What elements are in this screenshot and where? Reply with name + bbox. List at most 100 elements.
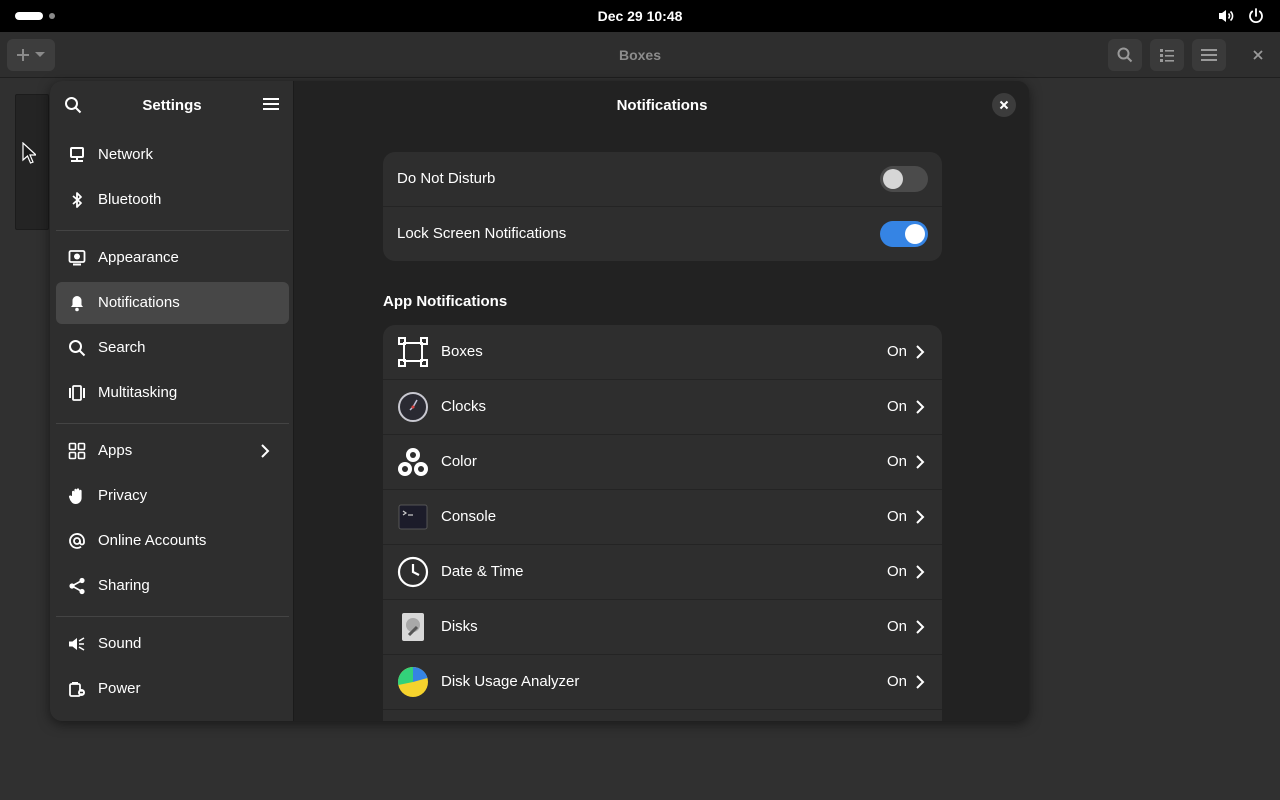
boxes-view-button[interactable] xyxy=(1150,39,1184,71)
network-icon xyxy=(70,147,84,162)
lock-screen-notifications-row[interactable]: Lock Screen Notifications xyxy=(383,207,942,261)
disk-usage-app-icon xyxy=(397,666,428,697)
boxes-app-icon xyxy=(398,337,428,367)
general-settings-card: Do Not Disturb Lock Screen Notifications xyxy=(383,152,942,261)
sidebar-item-privacy[interactable]: Privacy xyxy=(56,475,289,517)
lock-screen-notifications-switch[interactable] xyxy=(880,221,928,247)
boxes-window-title: Boxes xyxy=(618,47,662,63)
boxes-menu-button[interactable] xyxy=(1192,39,1226,71)
at-sign-icon xyxy=(69,533,85,549)
boxes-headerbar: Boxes xyxy=(0,32,1280,78)
sidebar-item-label: Notifications xyxy=(98,294,180,311)
page-title: Notifications xyxy=(616,97,708,114)
disks-app-icon xyxy=(402,613,424,641)
clock[interactable]: Dec 29 10:48 xyxy=(0,8,1280,24)
app-row-disks[interactable]: Disks On xyxy=(383,600,942,655)
settings-sidebar: Settings Network Bluetooth Appearance No… xyxy=(50,81,294,721)
window-close-button[interactable] xyxy=(992,93,1016,117)
sidebar-item-apps[interactable]: Apps xyxy=(56,430,289,472)
notifications-panel: Notifications Do Not Disturb Lock Screen… xyxy=(295,81,1029,721)
app-row-console[interactable]: Console On xyxy=(383,490,942,545)
list-view-icon xyxy=(1160,49,1174,62)
do-not-disturb-switch[interactable] xyxy=(880,166,928,192)
sidebar-divider xyxy=(56,230,289,231)
switch-knob xyxy=(905,224,925,244)
sidebar-item-appearance[interactable]: Appearance xyxy=(56,237,289,279)
bluetooth-icon xyxy=(72,192,82,208)
app-row-color[interactable]: Color On xyxy=(383,435,942,490)
sidebar-item-network[interactable]: Network xyxy=(56,134,289,176)
app-name: Console xyxy=(441,508,497,525)
app-notification-state: On xyxy=(887,673,908,690)
app-name: Disk Usage Analyzer xyxy=(441,673,580,690)
chevron-right-icon xyxy=(916,400,925,414)
app-row-boxes[interactable]: Boxes On xyxy=(383,325,942,380)
row-label: Do Not Disturb xyxy=(397,170,496,187)
power-icon xyxy=(69,682,85,697)
sidebar-item-label: Apps xyxy=(98,442,133,459)
app-notification-state: On xyxy=(887,618,908,635)
app-notification-state: On xyxy=(887,343,908,360)
app-row-clocks[interactable]: Clocks On xyxy=(383,380,942,435)
chevron-right-icon xyxy=(916,675,925,689)
volume-icon xyxy=(1219,10,1234,22)
apps-grid-icon xyxy=(68,442,86,460)
app-row-disk-usage-analyzer[interactable]: Disk Usage Analyzer On xyxy=(383,655,942,710)
date-time-app-icon xyxy=(397,556,429,588)
chevron-right-icon xyxy=(916,455,925,469)
close-icon xyxy=(1253,50,1263,60)
sidebar-item-label: Multitasking xyxy=(98,384,178,401)
sidebar-item-online-accounts[interactable]: Online Accounts xyxy=(56,520,289,562)
do-not-disturb-row[interactable]: Do Not Disturb xyxy=(383,152,942,207)
search-icon xyxy=(1117,47,1133,63)
app-row-date-time[interactable]: Date & Time On xyxy=(383,545,942,600)
multitasking-icon xyxy=(69,385,85,401)
sidebar-item-label: Search xyxy=(98,339,146,356)
chevron-right-icon xyxy=(261,444,270,458)
sidebar-item-notifications[interactable]: Notifications xyxy=(56,282,289,324)
sidebar-item-label: Bluetooth xyxy=(98,191,162,208)
app-notification-state: On xyxy=(887,398,908,415)
chevron-right-icon xyxy=(916,620,925,634)
system-tray[interactable] xyxy=(1217,7,1265,25)
share-icon xyxy=(69,577,85,595)
sidebar-item-label: Appearance xyxy=(98,249,179,266)
app-notifications-list: Boxes On Clocks On Color On Console On D… xyxy=(383,325,942,721)
chevron-right-icon xyxy=(916,565,925,579)
mouse-cursor-icon xyxy=(22,142,36,164)
switch-knob xyxy=(883,169,903,189)
search-icon xyxy=(69,340,86,357)
speaker-icon xyxy=(69,637,85,651)
hand-icon xyxy=(68,488,82,504)
chevron-right-icon xyxy=(916,510,925,524)
sidebar-menu-button[interactable] xyxy=(263,97,279,115)
sidebar-item-power[interactable]: Power xyxy=(56,668,289,710)
sidebar-item-multitasking[interactable]: Multitasking xyxy=(56,372,289,414)
power-icon xyxy=(1249,8,1263,23)
sidebar-item-sound[interactable]: Sound xyxy=(56,623,289,665)
app-notifications-heading: App Notifications xyxy=(383,293,508,310)
sidebar-item-label: Privacy xyxy=(98,487,148,504)
app-name: Disks xyxy=(441,618,478,635)
clocks-app-icon xyxy=(398,392,428,422)
sidebar-item-label: Power xyxy=(98,680,141,697)
appearance-icon xyxy=(68,250,86,266)
sidebar-divider xyxy=(56,423,289,424)
boxes-search-button[interactable] xyxy=(1108,39,1142,71)
sidebar-divider xyxy=(56,616,289,617)
app-notification-state: On xyxy=(887,508,908,525)
boxes-close-button[interactable] xyxy=(1248,45,1268,65)
row-label: Lock Screen Notifications xyxy=(397,225,567,242)
top-bar: Dec 29 10:48 xyxy=(0,0,1280,32)
app-notification-state: On xyxy=(887,563,908,580)
sidebar-item-search[interactable]: Search xyxy=(56,327,289,369)
app-name: Date & Time xyxy=(441,563,524,580)
bell-icon xyxy=(71,296,83,312)
app-name: Color xyxy=(441,453,477,470)
sidebar-item-sharing[interactable]: Sharing xyxy=(56,565,289,607)
close-icon xyxy=(999,100,1009,110)
sidebar-item-bluetooth[interactable]: Bluetooth xyxy=(56,179,289,221)
console-app-icon xyxy=(398,504,428,530)
color-app-icon xyxy=(398,448,428,476)
app-row-partial[interactable] xyxy=(383,710,942,721)
